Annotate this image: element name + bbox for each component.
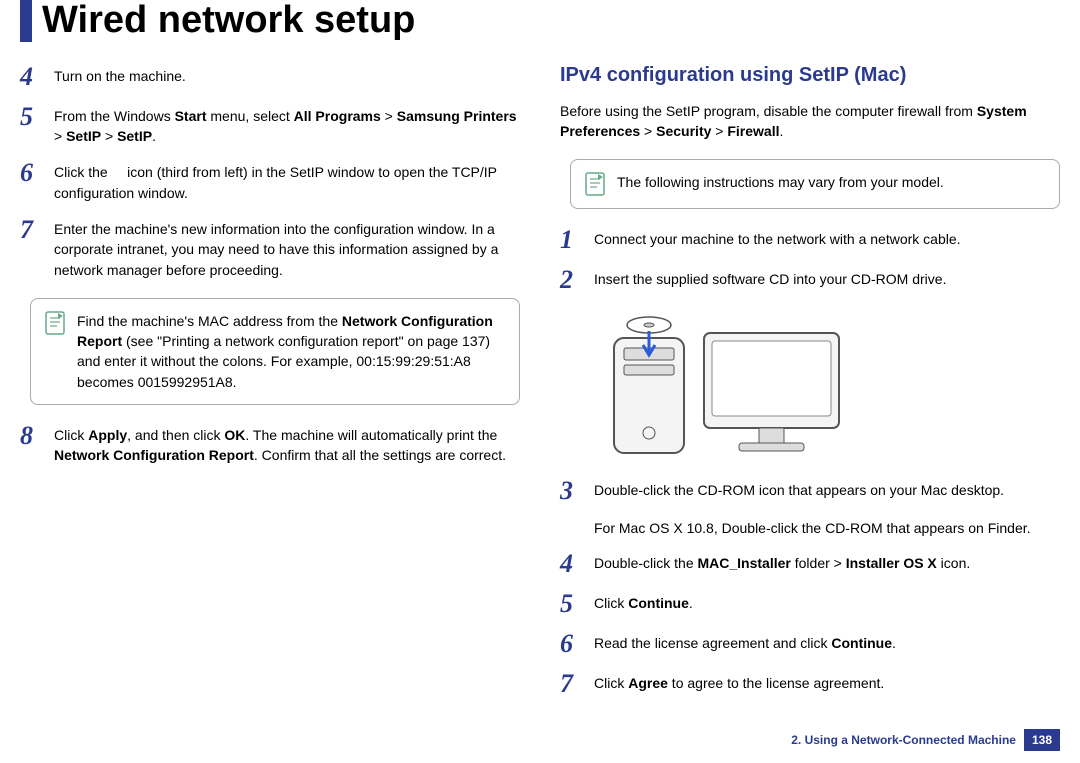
footer-chapter: 2. Using a Network-Connected Machine [791,733,1016,747]
step-row: 5From the Windows Start menu, select All… [20,104,520,147]
step-text: Double-click the CD-ROM icon that appear… [594,478,1060,500]
step-number: 4 [560,551,594,577]
step-text: Connect your machine to the network with… [594,227,1060,249]
left-column: 4Turn on the machine.5From the Windows S… [20,64,520,711]
step-row: 3 Double-click the CD-ROM icon that appe… [560,478,1060,504]
step-text: From the Windows Start menu, select All … [54,104,520,147]
step-row: 7Enter the machine's new information int… [20,217,520,280]
right-column: IPv4 configuration using SetIP (Mac) Bef… [560,64,1060,711]
step-row: 4Double-click the MAC_Installer folder >… [560,551,1060,577]
step-text: Turn on the machine. [54,64,520,86]
step-number: 7 [20,217,54,243]
note-icon [45,311,65,335]
intro-text: Before using the SetIP program, disable … [560,101,1060,142]
content-columns: 4Turn on the machine.5From the Windows S… [20,64,1060,711]
step-number: 8 [20,423,54,449]
step-row: 7Click Agree to agree to the license agr… [560,671,1060,697]
right-steps-top: 1Connect your machine to the network wit… [560,227,1060,293]
note-text: Find the machine's MAC address from the … [77,311,505,392]
step-text: Read the license agreement and click Con… [594,631,1060,653]
step-text: Insert the supplied software CD into you… [594,267,1060,289]
page-number: 138 [1024,729,1060,751]
step-row: 5Click Continue. [560,591,1060,617]
step-row: 2Insert the supplied software CD into yo… [560,267,1060,293]
note-box-model-vary: The following instructions may vary from… [570,159,1060,209]
step-row: 6Read the license agreement and click Co… [560,631,1060,657]
step-number: 5 [560,591,594,617]
note-box-mac-address: Find the machine's MAC address from the … [30,298,520,405]
section-heading-ipv4-mac: IPv4 configuration using SetIP (Mac) [560,64,1060,87]
step-text: Click Apply, and then click OK. The mach… [54,423,520,466]
step-number: 6 [20,160,54,186]
left-steps-2: 8Click Apply, and then click OK. The mac… [20,423,520,466]
computer-cdrom-illustration [594,313,854,463]
step-number: 5 [20,104,54,130]
right-steps-bottom: 4Double-click the MAC_Installer folder >… [560,551,1060,697]
step-number: 6 [560,631,594,657]
step-number: 3 [560,478,594,504]
step-row: 8Click Apply, and then click OK. The mac… [20,423,520,466]
step-text: Click Continue. [594,591,1060,613]
step-number: 7 [560,671,594,697]
step-number: 2 [560,267,594,293]
step-text: Enter the machine's new information into… [54,217,520,280]
step-text: Click the icon (third from left) in the … [54,160,520,203]
step-row: 6Click the icon (third from left) in the… [20,160,520,203]
step-number: 1 [560,227,594,253]
step-row: 4Turn on the machine. [20,64,520,90]
page-footer: 2. Using a Network-Connected Machine 138 [791,729,1060,751]
left-steps-1: 4Turn on the machine.5From the Windows S… [20,64,520,280]
step-text: Click Agree to agree to the license agre… [594,671,1060,693]
step-subtext: For Mac OS X 10.8, Double-click the CD-R… [594,518,1060,538]
note-text: The following instructions may vary from… [617,172,944,192]
page-title: Wired network setup [20,0,1060,42]
step-row: 1Connect your machine to the network wit… [560,227,1060,253]
step-number: 4 [20,64,54,90]
note-icon [585,172,605,196]
step-text: Double-click the MAC_Installer folder > … [594,551,1060,573]
